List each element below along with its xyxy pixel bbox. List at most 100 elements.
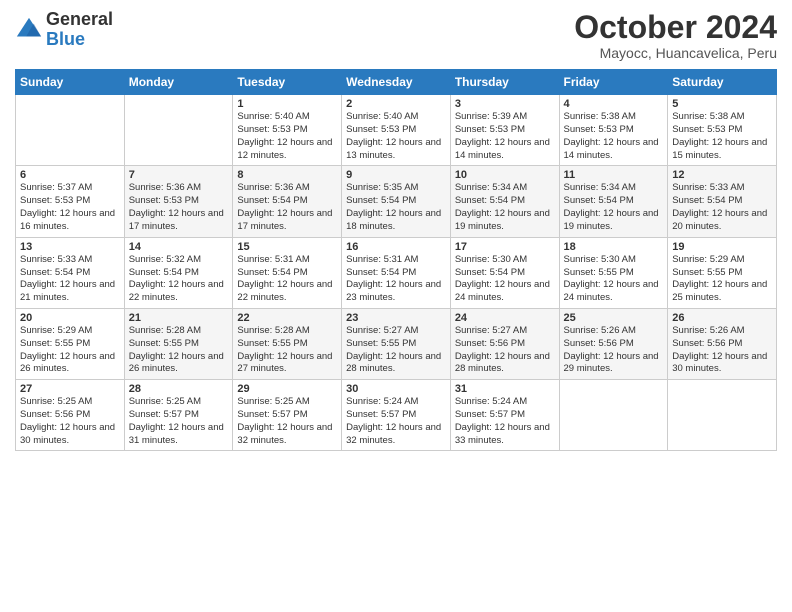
weekday-monday: Monday xyxy=(124,70,233,95)
weekday-wednesday: Wednesday xyxy=(342,70,451,95)
day-number: 24 xyxy=(455,312,555,324)
title-area: October 2024 Mayocc, Huancavelica, Peru xyxy=(574,10,777,61)
day-number: 30 xyxy=(346,383,446,395)
day-number: 17 xyxy=(455,241,555,253)
day-number: 12 xyxy=(672,169,772,181)
calendar-cell: 26Sunrise: 5:26 AMSunset: 5:56 PMDayligh… xyxy=(668,308,777,379)
day-number: 22 xyxy=(237,312,337,324)
month-title: October 2024 xyxy=(574,10,777,45)
location-subtitle: Mayocc, Huancavelica, Peru xyxy=(574,45,777,61)
calendar-table: Sunday Monday Tuesday Wednesday Thursday… xyxy=(15,69,777,451)
calendar-cell: 27Sunrise: 5:25 AMSunset: 5:56 PMDayligh… xyxy=(16,380,125,451)
week-row-2: 6Sunrise: 5:37 AMSunset: 5:53 PMDaylight… xyxy=(16,166,777,237)
day-number: 26 xyxy=(672,312,772,324)
calendar-cell: 18Sunrise: 5:30 AMSunset: 5:55 PMDayligh… xyxy=(559,237,668,308)
day-number: 9 xyxy=(346,169,446,181)
calendar-cell: 13Sunrise: 5:33 AMSunset: 5:54 PMDayligh… xyxy=(16,237,125,308)
calendar-body: 1Sunrise: 5:40 AMSunset: 5:53 PMDaylight… xyxy=(16,95,777,451)
day-info: Sunrise: 5:26 AMSunset: 5:56 PMDaylight:… xyxy=(564,325,664,376)
logo-icon xyxy=(15,16,43,44)
day-info: Sunrise: 5:30 AMSunset: 5:55 PMDaylight:… xyxy=(564,254,664,305)
day-info: Sunrise: 5:36 AMSunset: 5:53 PMDaylight:… xyxy=(129,182,229,233)
day-info: Sunrise: 5:39 AMSunset: 5:53 PMDaylight:… xyxy=(455,111,555,162)
calendar-cell: 6Sunrise: 5:37 AMSunset: 5:53 PMDaylight… xyxy=(16,166,125,237)
weekday-row: Sunday Monday Tuesday Wednesday Thursday… xyxy=(16,70,777,95)
day-number: 19 xyxy=(672,241,772,253)
day-number: 27 xyxy=(20,383,120,395)
calendar-cell: 7Sunrise: 5:36 AMSunset: 5:53 PMDaylight… xyxy=(124,166,233,237)
day-number: 14 xyxy=(129,241,229,253)
calendar-cell: 21Sunrise: 5:28 AMSunset: 5:55 PMDayligh… xyxy=(124,308,233,379)
day-number: 8 xyxy=(237,169,337,181)
day-info: Sunrise: 5:31 AMSunset: 5:54 PMDaylight:… xyxy=(346,254,446,305)
calendar-cell: 14Sunrise: 5:32 AMSunset: 5:54 PMDayligh… xyxy=(124,237,233,308)
day-info: Sunrise: 5:30 AMSunset: 5:54 PMDaylight:… xyxy=(455,254,555,305)
calendar-cell: 9Sunrise: 5:35 AMSunset: 5:54 PMDaylight… xyxy=(342,166,451,237)
day-info: Sunrise: 5:34 AMSunset: 5:54 PMDaylight:… xyxy=(564,182,664,233)
day-info: Sunrise: 5:26 AMSunset: 5:56 PMDaylight:… xyxy=(672,325,772,376)
logo-general-text: General xyxy=(46,10,113,30)
calendar-cell: 12Sunrise: 5:33 AMSunset: 5:54 PMDayligh… xyxy=(668,166,777,237)
day-info: Sunrise: 5:29 AMSunset: 5:55 PMDaylight:… xyxy=(672,254,772,305)
day-info: Sunrise: 5:38 AMSunset: 5:53 PMDaylight:… xyxy=(564,111,664,162)
calendar-cell: 11Sunrise: 5:34 AMSunset: 5:54 PMDayligh… xyxy=(559,166,668,237)
day-info: Sunrise: 5:33 AMSunset: 5:54 PMDaylight:… xyxy=(20,254,120,305)
calendar-cell xyxy=(16,95,125,166)
day-number: 31 xyxy=(455,383,555,395)
day-info: Sunrise: 5:36 AMSunset: 5:54 PMDaylight:… xyxy=(237,182,337,233)
day-info: Sunrise: 5:29 AMSunset: 5:55 PMDaylight:… xyxy=(20,325,120,376)
day-info: Sunrise: 5:25 AMSunset: 5:56 PMDaylight:… xyxy=(20,396,120,447)
calendar-cell: 2Sunrise: 5:40 AMSunset: 5:53 PMDaylight… xyxy=(342,95,451,166)
calendar-cell xyxy=(124,95,233,166)
day-number: 3 xyxy=(455,98,555,110)
day-number: 18 xyxy=(564,241,664,253)
day-info: Sunrise: 5:24 AMSunset: 5:57 PMDaylight:… xyxy=(346,396,446,447)
weekday-saturday: Saturday xyxy=(668,70,777,95)
day-number: 5 xyxy=(672,98,772,110)
calendar-cell: 25Sunrise: 5:26 AMSunset: 5:56 PMDayligh… xyxy=(559,308,668,379)
calendar-cell xyxy=(668,380,777,451)
day-number: 23 xyxy=(346,312,446,324)
day-info: Sunrise: 5:25 AMSunset: 5:57 PMDaylight:… xyxy=(129,396,229,447)
day-number: 29 xyxy=(237,383,337,395)
day-info: Sunrise: 5:40 AMSunset: 5:53 PMDaylight:… xyxy=(237,111,337,162)
day-info: Sunrise: 5:37 AMSunset: 5:53 PMDaylight:… xyxy=(20,182,120,233)
calendar-cell: 1Sunrise: 5:40 AMSunset: 5:53 PMDaylight… xyxy=(233,95,342,166)
calendar-cell: 29Sunrise: 5:25 AMSunset: 5:57 PMDayligh… xyxy=(233,380,342,451)
weekday-tuesday: Tuesday xyxy=(233,70,342,95)
calendar-header: Sunday Monday Tuesday Wednesday Thursday… xyxy=(16,70,777,95)
calendar-cell: 22Sunrise: 5:28 AMSunset: 5:55 PMDayligh… xyxy=(233,308,342,379)
day-info: Sunrise: 5:31 AMSunset: 5:54 PMDaylight:… xyxy=(237,254,337,305)
day-info: Sunrise: 5:28 AMSunset: 5:55 PMDaylight:… xyxy=(237,325,337,376)
day-number: 6 xyxy=(20,169,120,181)
day-number: 13 xyxy=(20,241,120,253)
day-info: Sunrise: 5:38 AMSunset: 5:53 PMDaylight:… xyxy=(672,111,772,162)
week-row-1: 1Sunrise: 5:40 AMSunset: 5:53 PMDaylight… xyxy=(16,95,777,166)
day-info: Sunrise: 5:27 AMSunset: 5:55 PMDaylight:… xyxy=(346,325,446,376)
calendar-cell: 5Sunrise: 5:38 AMSunset: 5:53 PMDaylight… xyxy=(668,95,777,166)
logo: General Blue xyxy=(15,10,113,50)
day-number: 21 xyxy=(129,312,229,324)
day-number: 28 xyxy=(129,383,229,395)
day-info: Sunrise: 5:35 AMSunset: 5:54 PMDaylight:… xyxy=(346,182,446,233)
week-row-4: 20Sunrise: 5:29 AMSunset: 5:55 PMDayligh… xyxy=(16,308,777,379)
day-info: Sunrise: 5:40 AMSunset: 5:53 PMDaylight:… xyxy=(346,111,446,162)
calendar-cell: 28Sunrise: 5:25 AMSunset: 5:57 PMDayligh… xyxy=(124,380,233,451)
day-info: Sunrise: 5:34 AMSunset: 5:54 PMDaylight:… xyxy=(455,182,555,233)
day-info: Sunrise: 5:32 AMSunset: 5:54 PMDaylight:… xyxy=(129,254,229,305)
day-number: 11 xyxy=(564,169,664,181)
day-info: Sunrise: 5:27 AMSunset: 5:56 PMDaylight:… xyxy=(455,325,555,376)
day-number: 16 xyxy=(346,241,446,253)
calendar-cell: 24Sunrise: 5:27 AMSunset: 5:56 PMDayligh… xyxy=(450,308,559,379)
calendar-cell: 19Sunrise: 5:29 AMSunset: 5:55 PMDayligh… xyxy=(668,237,777,308)
day-number: 25 xyxy=(564,312,664,324)
calendar-cell: 16Sunrise: 5:31 AMSunset: 5:54 PMDayligh… xyxy=(342,237,451,308)
weekday-sunday: Sunday xyxy=(16,70,125,95)
day-number: 7 xyxy=(129,169,229,181)
calendar-cell: 3Sunrise: 5:39 AMSunset: 5:53 PMDaylight… xyxy=(450,95,559,166)
week-row-3: 13Sunrise: 5:33 AMSunset: 5:54 PMDayligh… xyxy=(16,237,777,308)
calendar-cell: 30Sunrise: 5:24 AMSunset: 5:57 PMDayligh… xyxy=(342,380,451,451)
header: General Blue October 2024 Mayocc, Huanca… xyxy=(15,10,777,61)
day-info: Sunrise: 5:25 AMSunset: 5:57 PMDaylight:… xyxy=(237,396,337,447)
day-number: 20 xyxy=(20,312,120,324)
